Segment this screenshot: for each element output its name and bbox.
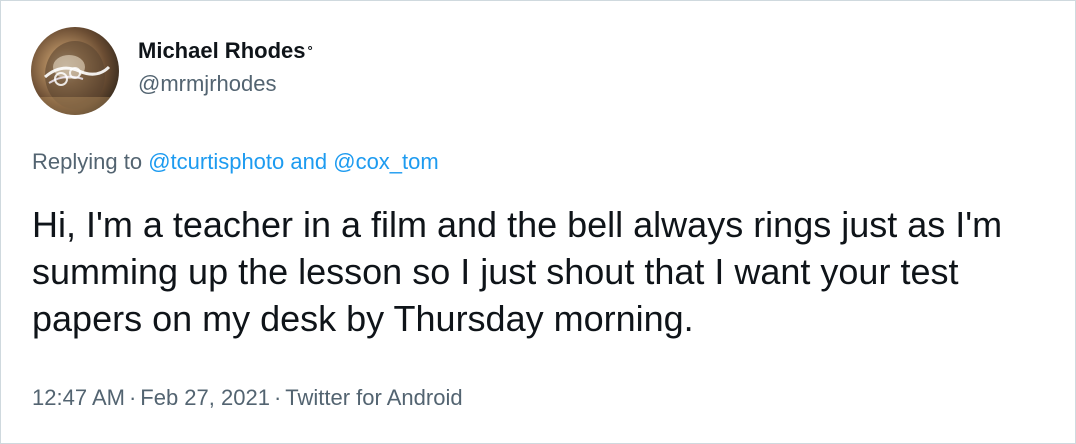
- author-display-name[interactable]: Michael Rhodes °: [138, 38, 313, 64]
- name-mark: °: [307, 43, 313, 58]
- author-block: Michael Rhodes ° @mrmjrhodes: [138, 38, 313, 97]
- tweet-time[interactable]: 12:47 AM: [32, 385, 125, 410]
- meta-separator: ·: [128, 385, 137, 410]
- author-name-text[interactable]: Michael Rhodes: [138, 38, 305, 63]
- reply-context: Replying to @tcurtisphoto and @cox_tom: [32, 148, 439, 176]
- tweet-source[interactable]: Twitter for Android: [285, 385, 462, 410]
- mention-link-cox-tom[interactable]: @cox_tom: [333, 149, 438, 174]
- avatar-image: [31, 41, 119, 115]
- reply-conjunction[interactable]: and: [290, 149, 327, 174]
- avatar[interactable]: [31, 27, 119, 115]
- tweet-meta: 12:47 AM · Feb 27, 2021 · Twitter for Androi…: [32, 384, 463, 412]
- tweet-text: Hi, I'm a teacher in a film and the bell…: [32, 204, 1003, 339]
- author-handle[interactable]: @mrmjrhodes: [138, 71, 313, 97]
- tweet-date[interactable]: Feb 27, 2021: [140, 385, 270, 410]
- mention-link-tcurtisphoto[interactable]: @tcurtisphoto: [148, 149, 284, 174]
- reply-prefix: Replying to: [32, 149, 143, 174]
- meta-separator: ·: [273, 385, 282, 410]
- tweet-card: Michael Rhodes ° @mrmjrhodes Replying to …: [0, 0, 1076, 444]
